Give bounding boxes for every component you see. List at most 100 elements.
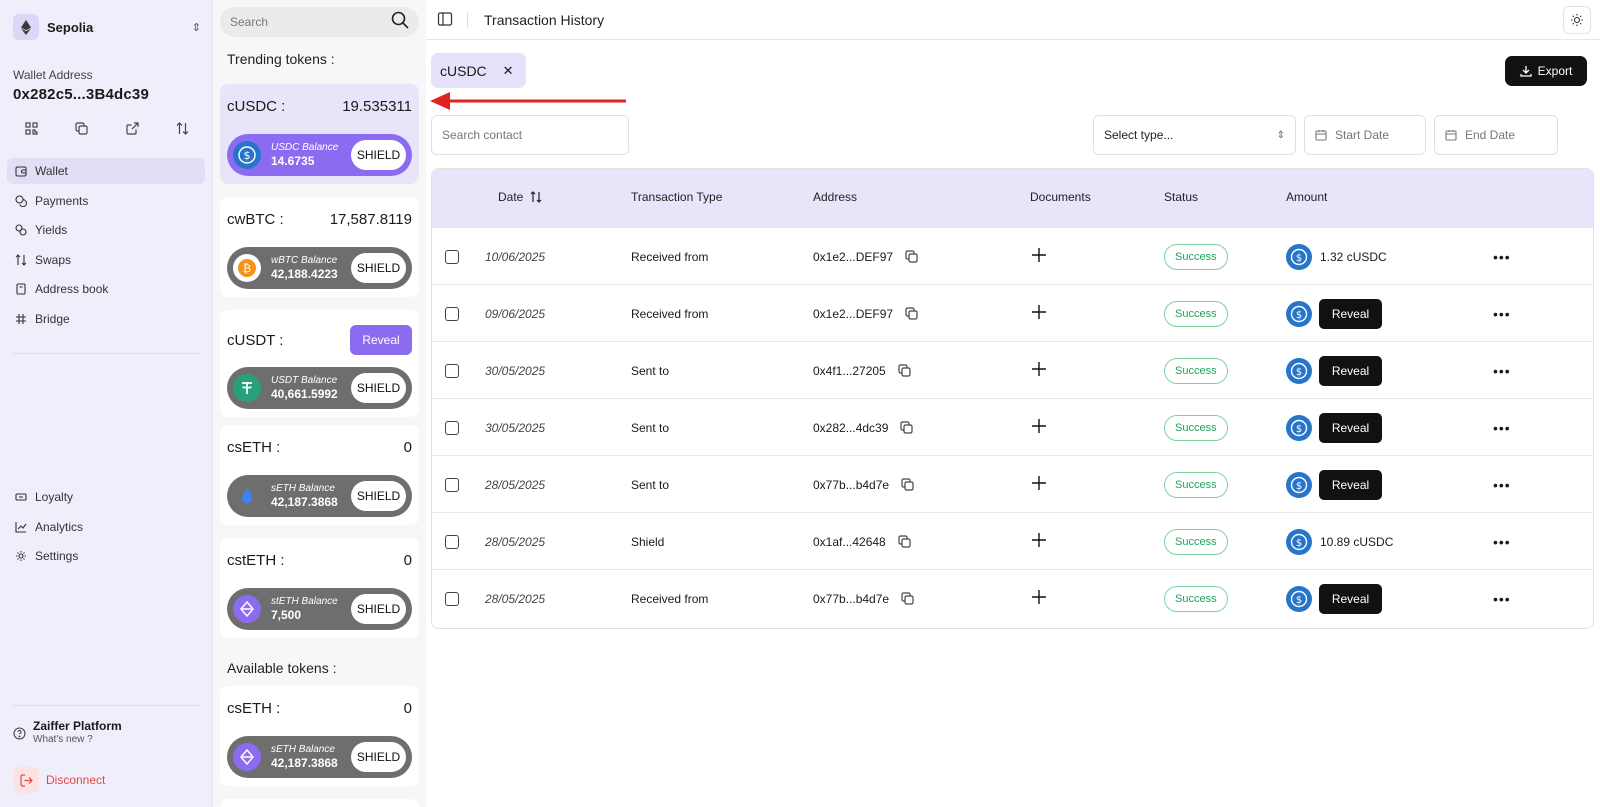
copy-icon[interactable] (905, 250, 918, 263)
close-icon[interactable]: ✕ (503, 63, 514, 79)
row-checkbox[interactable] (445, 591, 459, 606)
row-checkbox[interactable] (445, 249, 459, 264)
search-contact-input[interactable]: Search contact (431, 115, 629, 155)
table-row[interactable]: 30/05/2025 Sent to 0x282...4dc39 Success $ Re… (432, 398, 1593, 455)
row-address: 0x77b...b4d7e (813, 591, 890, 606)
copy-icon[interactable] (901, 592, 914, 605)
reveal-button[interactable]: Reveal (1319, 412, 1382, 443)
add-document-icon[interactable] (1032, 362, 1046, 379)
shield-button[interactable]: SHIELD (351, 481, 406, 511)
disconnect-button[interactable]: Disconnect (13, 767, 105, 793)
svg-text:$: $ (244, 149, 251, 162)
reveal-button[interactable]: Reveal (1319, 355, 1382, 386)
table-row[interactable]: 28/05/2025 Received from 0x77b...b4d7e Succ… (432, 569, 1593, 626)
sidebar-item-loyalty[interactable]: Loyalty (7, 484, 205, 510)
add-document-icon[interactable] (1032, 476, 1046, 493)
row-date: 30/05/2025 (485, 363, 546, 378)
sidebar-item-label: Address book (35, 282, 109, 296)
start-date-picker[interactable]: Start Date (1304, 115, 1426, 155)
export-button[interactable]: Export (1505, 56, 1587, 86)
row-address: 0x282...4dc39 (813, 420, 889, 435)
row-address: 0x1e2...DEF97 (813, 249, 894, 264)
add-document-icon[interactable] (1032, 419, 1046, 436)
token-card-cusdt[interactable]: cUSDT : Reveal USDT Balance 40,661.5992 … (220, 310, 419, 417)
token-card-cseth[interactable]: csETH : 0 sETH Balance 42,187.3868 SHIEL… (220, 425, 419, 525)
status-badge: Success (1164, 414, 1228, 441)
token-search-input[interactable]: Search (220, 7, 419, 37)
table-row[interactable]: 30/05/2025 Sent to 0x4f1...27205 Success $ Re… (432, 341, 1593, 398)
balance-value: 42,187.3868 (271, 756, 338, 770)
table-row[interactable]: 10/06/2025 Received from 0x1e2...DEF97 Succ… (432, 227, 1593, 284)
row-checkbox[interactable] (445, 477, 459, 492)
copy-icon[interactable] (901, 478, 914, 491)
more-options-icon[interactable]: ••• (1493, 591, 1511, 607)
token-panel: Search Trending tokens : cUSDC : 19.5353… (213, 0, 426, 807)
table-row[interactable]: 28/05/2025 Sent to 0x77b...b4d7e Success $ Re… (432, 455, 1593, 512)
token-amount: 17,587.8119 (329, 211, 412, 228)
more-options-icon[interactable]: ••• (1493, 306, 1511, 322)
shield-button[interactable]: SHIELD (351, 742, 406, 772)
balance-value: 14.6735 (271, 154, 315, 168)
token-amount: 0 (403, 552, 412, 569)
reveal-button[interactable]: Reveal (1319, 469, 1382, 500)
sidebar-item-address-book[interactable]: Address book (7, 276, 205, 302)
sidebar-toggle-icon[interactable] (437, 11, 455, 29)
end-date-picker[interactable]: End Date (1434, 115, 1558, 155)
add-document-icon[interactable] (1032, 533, 1046, 550)
token-card-csteth[interactable]: cstETH : 0 stETH Balance 7,500 SHIELD (220, 538, 419, 638)
type-select[interactable]: Select type... ⇕ (1093, 115, 1296, 155)
reveal-button[interactable]: Reveal (1319, 298, 1382, 329)
copy-icon[interactable] (898, 364, 911, 377)
copy-icon[interactable] (905, 307, 918, 320)
more-options-icon[interactable]: ••• (1493, 420, 1511, 436)
more-options-icon[interactable]: ••• (1493, 363, 1511, 379)
token-card-cusdc[interactable]: cUSDC : 19.535311 $ USDC Balance 14.6735… (220, 84, 419, 184)
shield-button[interactable]: SHIELD (351, 253, 406, 283)
sidebar-item-bridge[interactable]: Bridge (7, 306, 205, 332)
token-card-cwbtc[interactable]: cwBTC : 17,587.8119 ₿ wBTC Balance 42,18… (220, 197, 419, 297)
add-document-icon[interactable] (1032, 305, 1046, 322)
sidebar-item-payments[interactable]: Payments (7, 188, 205, 214)
filter-chip[interactable]: cUSDC ✕ (431, 53, 526, 88)
copy-icon[interactable] (898, 535, 911, 548)
row-checkbox[interactable] (445, 420, 459, 435)
row-checkbox[interactable] (445, 306, 459, 321)
download-icon (1520, 66, 1532, 77)
row-checkbox[interactable] (445, 534, 459, 549)
main-content: Transaction History cUSDC ✕ Export Searc… (426, 0, 1600, 807)
swap-arrows-icon[interactable] (174, 119, 192, 137)
copy-icon[interactable] (73, 119, 91, 137)
row-checkbox[interactable] (445, 363, 459, 378)
more-options-icon[interactable]: ••• (1493, 477, 1511, 493)
add-document-icon[interactable] (1032, 590, 1046, 607)
table-row[interactable]: 09/06/2025 Received from 0x1e2...DEF97 Succ… (432, 284, 1593, 341)
sidebar-item-wallet[interactable]: Wallet (7, 158, 205, 184)
theme-toggle-button[interactable] (1563, 6, 1591, 34)
shield-button[interactable]: SHIELD (351, 373, 406, 403)
column-date[interactable]: Date (498, 190, 542, 204)
shield-button[interactable]: SHIELD (351, 594, 406, 624)
reveal-button[interactable]: Reveal (1319, 583, 1382, 614)
qr-code-icon[interactable] (22, 119, 40, 137)
copy-icon[interactable] (900, 421, 914, 434)
sidebar-item-swaps[interactable]: Swaps (7, 247, 205, 273)
more-options-icon[interactable]: ••• (1493, 534, 1511, 550)
sort-icon[interactable] (530, 191, 542, 203)
token-card-available-cseth[interactable]: csETH : 0 sETH Balance 42,187.3868 SHIEL… (220, 686, 419, 786)
sidebar-item-settings[interactable]: Settings (7, 543, 205, 569)
shield-button[interactable]: SHIELD (351, 140, 406, 170)
external-link-icon[interactable] (123, 119, 141, 137)
ticket-icon (14, 490, 28, 504)
reveal-button[interactable]: Reveal (350, 325, 412, 355)
more-options-icon[interactable]: ••• (1493, 249, 1511, 265)
network-selector[interactable]: Sepolia ⇕ (13, 14, 201, 40)
platform-news[interactable]: Zaiffer Platform What's new ? (13, 719, 122, 745)
table-row[interactable]: 28/05/2025 Shield 0x1af...42648 Success $10.… (432, 512, 1593, 569)
search-icon[interactable] (391, 11, 409, 34)
add-document-icon[interactable] (1032, 248, 1046, 265)
sidebar-item-yields[interactable]: Yields (7, 217, 205, 243)
sidebar-item-analytics[interactable]: Analytics (7, 514, 205, 540)
sidebar-item-label: Wallet (35, 164, 68, 178)
transactions-table: Date Transaction Type Address Documents … (431, 168, 1594, 629)
disconnect-label: Disconnect (46, 773, 106, 787)
